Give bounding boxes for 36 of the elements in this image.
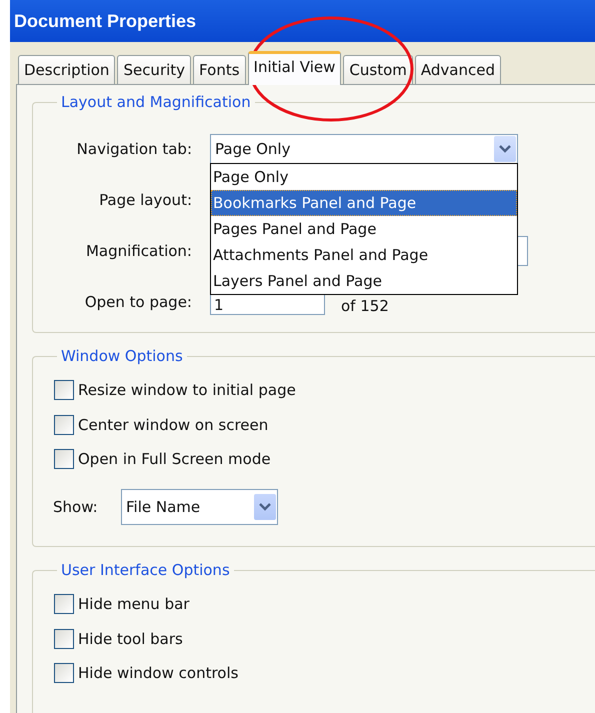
tab[interactable]: Custom xyxy=(343,55,413,84)
group-title: User Interface Options xyxy=(60,561,231,579)
group-title: Layout and Magnification xyxy=(60,93,252,111)
show-dropdown[interactable]: File Name xyxy=(121,488,278,524)
tab[interactable]: Initial View xyxy=(248,51,342,85)
dropdown-value: File Name xyxy=(126,498,200,516)
tab[interactable]: Security xyxy=(117,55,192,84)
checkbox-label: Open in Full Screen mode xyxy=(78,450,271,468)
group-title: Window Options xyxy=(60,347,184,365)
page-count: of 152 xyxy=(341,296,389,314)
field-label: Open to page: xyxy=(84,292,193,310)
tab[interactable]: Description xyxy=(18,55,116,84)
navigation-tab-dropdown[interactable]: Page Only xyxy=(210,134,518,164)
checkbox-label: Hide tool bars xyxy=(78,630,183,648)
dropdown-option[interactable]: Pages Panel and Page xyxy=(211,216,517,242)
field-label: Page layout: xyxy=(98,190,193,208)
checkbox[interactable] xyxy=(54,449,74,470)
field-label: Navigation tab: xyxy=(76,140,193,158)
checkbox[interactable] xyxy=(54,594,74,614)
dropdown-option[interactable]: Attachments Panel and Page xyxy=(211,242,517,268)
checkbox-label: Hide window controls xyxy=(78,664,238,682)
tab[interactable]: Advanced xyxy=(414,55,501,84)
field-label: Show: xyxy=(53,498,99,516)
checkbox[interactable] xyxy=(54,628,74,649)
checkbox-label: Hide menu bar xyxy=(78,595,190,614)
checkbox[interactable] xyxy=(54,380,74,400)
checkbox[interactable] xyxy=(54,414,74,435)
checkbox-label: Center window on screen xyxy=(78,416,268,434)
window-title: Document Properties xyxy=(14,10,196,32)
dropdown-option[interactable]: Bookmarks Panel and Page xyxy=(211,190,517,216)
tab[interactable]: Fonts xyxy=(193,55,246,84)
dropdown-option[interactable]: Page Only xyxy=(211,164,517,190)
checkbox[interactable] xyxy=(54,663,74,684)
checkbox-label: Resize window to initial page xyxy=(78,381,296,400)
field-label: Magnification: xyxy=(84,242,193,260)
dropdown-value: Page Only xyxy=(215,140,290,158)
